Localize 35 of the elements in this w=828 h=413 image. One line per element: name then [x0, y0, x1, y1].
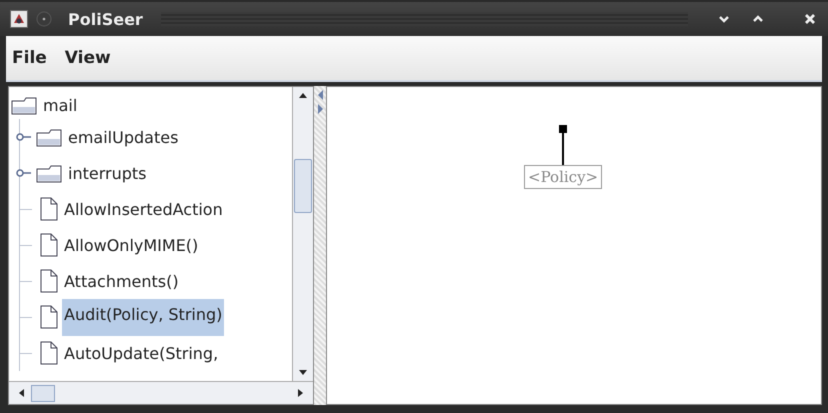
- collapsed-handle-icon[interactable]: [16, 168, 32, 178]
- tree-item[interactable]: Audit(Policy, String): [62, 298, 224, 336]
- window-title: PoliSeer: [68, 10, 143, 28]
- tree-item[interactable]: AllowOnlyMIME(): [62, 234, 200, 256]
- scroll-thumb[interactable]: [294, 159, 312, 213]
- window-menu-icon[interactable]: [36, 11, 52, 27]
- tree-item[interactable]: AllowInsertedAction: [62, 198, 225, 220]
- collapse-left-icon[interactable]: [316, 90, 324, 100]
- app-icon: [10, 10, 28, 28]
- document-icon: [40, 305, 58, 329]
- scroll-down-icon[interactable]: [298, 369, 308, 377]
- document-icon: [40, 233, 58, 257]
- document-icon: [40, 197, 58, 221]
- scroll-thumb[interactable]: [31, 385, 55, 402]
- scroll-right-icon[interactable]: [297, 388, 305, 398]
- tree-item[interactable]: emailUpdates: [66, 126, 180, 148]
- policy-node[interactable]: <Policy>: [524, 165, 602, 189]
- horizontal-scrollbar[interactable]: [9, 381, 313, 404]
- folder-icon: [11, 95, 37, 115]
- collapse-right-icon[interactable]: [316, 104, 324, 114]
- collapsed-handle-icon[interactable]: [16, 132, 32, 142]
- menu-item[interactable]: View: [64, 48, 111, 68]
- scroll-left-icon[interactable]: [17, 388, 25, 398]
- document-icon: [40, 341, 58, 365]
- folder-icon: [36, 127, 62, 147]
- tree-item[interactable]: interrupts: [66, 162, 148, 184]
- menu-item[interactable]: File: [12, 48, 47, 68]
- folder-icon: [36, 163, 62, 183]
- tree-item[interactable]: AutoUpdate(String,: [62, 342, 220, 364]
- vertical-scrollbar[interactable]: [292, 87, 313, 381]
- document-icon: [40, 269, 58, 293]
- connector-drawing: [558, 125, 568, 165]
- scroll-up-icon[interactable]: [298, 91, 308, 99]
- tree-item[interactable]: Attachments(): [62, 270, 181, 292]
- tree-item[interactable]: mail: [41, 94, 80, 116]
